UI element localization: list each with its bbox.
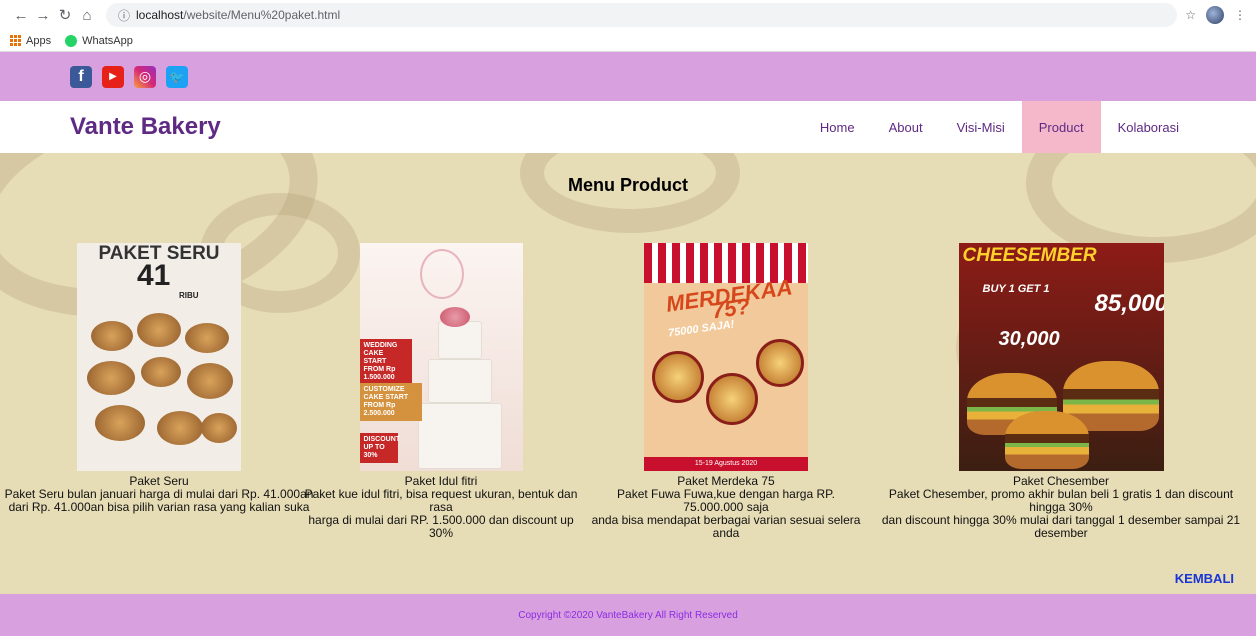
home-icon[interactable]: ⌂ [76, 7, 98, 24]
bookmark-whatsapp-label: WhatsApp [82, 34, 133, 47]
facebook-icon[interactable]: f [70, 65, 92, 88]
instagram-icon[interactable]: ◎ [134, 65, 156, 88]
forward-arrow-icon[interactable]: → [32, 7, 54, 24]
bookmarks-bar: Apps WhatsApp [0, 30, 1256, 52]
product-card: CHEESEMBER BUY 1 GET 1 30,000 85,000 Pak… [870, 243, 1252, 540]
product-description: dari Rp. 41.000an bisa pilih varian rasa… [8, 500, 310, 514]
menu-dots-icon[interactable]: ⋮ [1234, 8, 1246, 22]
bookmark-apps-label: Apps [26, 34, 52, 47]
product-image-paket-idul-fitri[interactable]: WEDDING CAKE START FROM Rp 1.500.000 CUS… [359, 243, 523, 471]
social-bar: f ▶ ◎ 🐦 [0, 52, 1256, 101]
product-section: Menu Product PAKET SERU 41 RIBU Paket Se… [0, 153, 1256, 594]
url-host: localhost [136, 8, 184, 22]
copyright-text: Copyright ©2020 VanteBakery All Right Re… [518, 609, 738, 621]
nav-about[interactable]: About [872, 101, 940, 153]
reload-icon[interactable]: ↻ [54, 6, 76, 24]
nav-visi-misi[interactable]: Visi-Misi [940, 101, 1022, 153]
product-description: dan discount hingga 30% mulai dari tangg… [881, 513, 1241, 540]
page-title: Menu Product [568, 175, 688, 195]
site-brand[interactable]: Vante Bakery [70, 113, 803, 141]
twitter-icon[interactable]: 🐦 [166, 65, 188, 88]
product-description: harga di mulai dari RP. 1.500.000 dan di… [308, 513, 574, 540]
product-description: Paket Chesember, promo akhir bulan beli … [888, 487, 1234, 514]
product-card: WEDDING CAKE START FROM Rp 1.500.000 CUS… [300, 243, 582, 540]
url-path: /website/Menu%20paket.html [183, 8, 341, 22]
back-arrow-icon[interactable]: ← [10, 7, 32, 24]
nav-kolaborasi[interactable]: Kolaborasi [1101, 101, 1196, 153]
nav-home[interactable]: Home [803, 101, 872, 153]
bookmark-star-icon[interactable]: ☆ [1185, 8, 1196, 22]
back-link[interactable]: KEMBALI [1175, 571, 1234, 586]
product-card: PAKET SERU 41 RIBU Paket Seru Paket Seru… [4, 243, 314, 514]
browser-toolbar: ← → ↻ ⌂ ⓘ localhost/website/Menu%20paket… [0, 0, 1256, 30]
main-nav: Home About Visi-Misi Product Kolaborasi [803, 101, 1196, 153]
address-bar[interactable]: ⓘ localhost/website/Menu%20paket.html [106, 3, 1178, 27]
apps-grid-icon [10, 35, 21, 46]
bookmark-apps[interactable]: Apps [10, 35, 51, 47]
site-header: Vante Bakery Home About Visi-Misi Produc… [0, 101, 1256, 153]
youtube-icon[interactable]: ▶ [102, 65, 124, 88]
product-description: anda bisa mendapat berbagai varian sesua… [591, 513, 861, 540]
bookmark-whatsapp[interactable]: WhatsApp [65, 34, 133, 47]
profile-avatar[interactable] [1206, 6, 1224, 24]
info-icon[interactable]: ⓘ [118, 7, 130, 24]
product-card: MERDEKAA 75? 75000 SAJA! 15-19 Agustus 2… [588, 243, 864, 540]
product-image-paket-seru[interactable]: PAKET SERU 41 RIBU [77, 243, 241, 471]
site-footer: Copyright ©2020 VanteBakery All Right Re… [0, 594, 1256, 636]
product-image-paket-merdeka-75[interactable]: MERDEKAA 75? 75000 SAJA! 15-19 Agustus 2… [644, 243, 808, 471]
product-image-paket-chesember[interactable]: CHEESEMBER BUY 1 GET 1 30,000 85,000 [958, 243, 1164, 471]
whatsapp-icon [65, 34, 78, 47]
product-description: Paket kue idul fitri, bisa request ukura… [304, 487, 578, 514]
product-description: Paket Fuwa Fuwa,kue dengan harga RP. 75.… [617, 487, 835, 514]
nav-product[interactable]: Product [1021, 101, 1101, 153]
